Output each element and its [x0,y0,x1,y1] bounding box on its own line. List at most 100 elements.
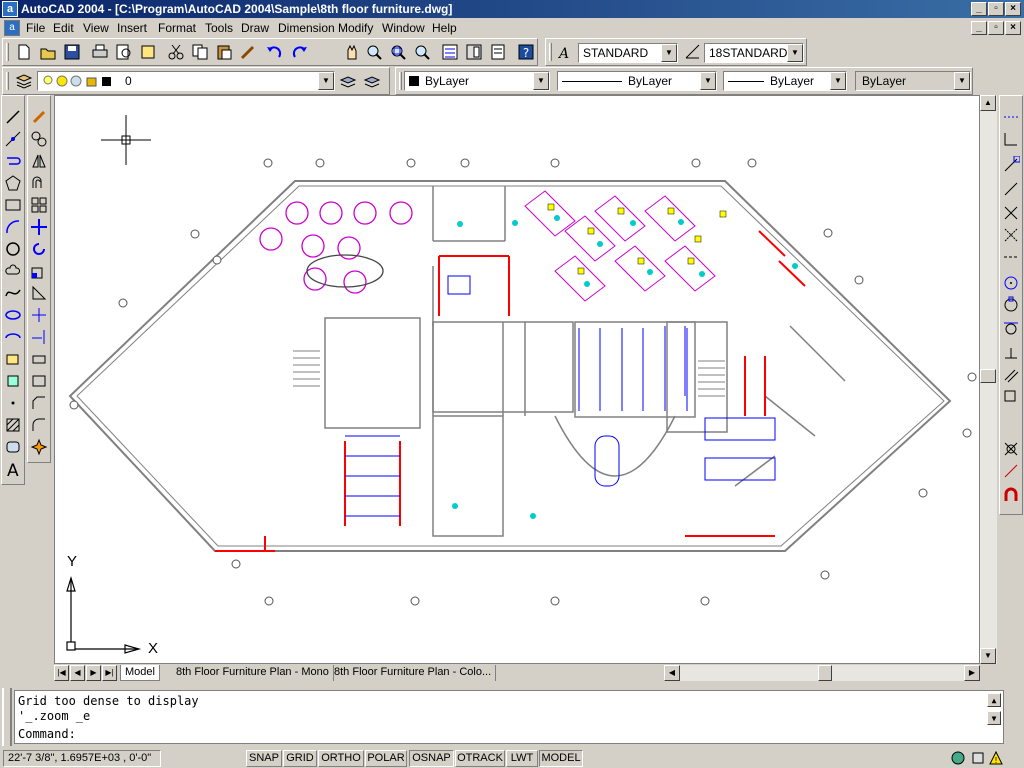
trim-icon[interactable] [30,306,48,324]
layer-previous-icon[interactable] [363,72,381,90]
horizontal-scrollbar[interactable]: ◀ ▶ [664,665,980,681]
snap-tangent-icon[interactable] [1002,318,1020,336]
hatch-icon[interactable] [4,416,22,434]
point-icon[interactable] [4,394,22,412]
vertical-scrollbar[interactable]: ▲ ▼ [980,95,997,664]
chevron-down-icon[interactable]: ▼ [318,72,334,90]
make-block-icon[interactable] [4,372,22,390]
tool-palettes-icon[interactable] [489,43,507,61]
rotate-icon[interactable] [30,240,48,258]
revision-cloud-icon[interactable] [4,262,22,280]
menu-dimension[interactable]: Dimension [278,21,335,35]
pan-realtime-icon[interactable] [343,43,361,61]
paste-icon[interactable] [215,43,233,61]
scroll-up-button[interactable]: ▲ [980,95,996,111]
otrack-toggle[interactable]: OTRACK [455,750,505,767]
menu-draw[interactable]: Draw [241,21,269,35]
model-toggle[interactable]: MODEL [539,750,583,767]
polygon-icon[interactable] [4,174,22,192]
copy-object-icon[interactable] [30,130,48,148]
publish-icon[interactable] [139,43,157,61]
tab-model[interactable]: Model [120,665,160,681]
chevron-down-icon[interactable]: ▼ [661,44,677,62]
snap-nearest-icon[interactable] [1002,462,1020,480]
drawing-canvas[interactable]: Y X [54,95,980,664]
chevron-down-icon[interactable]: ▼ [830,72,846,90]
layer-manager-icon[interactable] [15,72,33,90]
prev-tab-button[interactable]: ◀ [70,665,85,681]
chamfer-icon[interactable] [30,394,48,412]
color-control-dropdown[interactable]: ByLayer ▼ [404,71,550,91]
spline-icon[interactable] [4,284,22,302]
menu-edit[interactable]: Edit [53,21,74,35]
help-icon[interactable]: ? [517,43,535,61]
menu-file[interactable]: File [26,21,45,35]
command-prompt[interactable]: Command: [18,727,76,741]
doc-restore-button[interactable]: ▫ [988,21,1004,35]
design-center-icon[interactable] [465,43,483,61]
fillet-icon[interactable] [30,416,48,434]
snap-toggle[interactable]: SNAP [246,750,282,767]
array-icon[interactable] [30,196,48,214]
arc-icon[interactable] [4,218,22,236]
circle-icon[interactable] [4,240,22,258]
chevron-down-icon[interactable]: ▼ [533,72,549,90]
redo-icon[interactable] [291,43,309,61]
tab-furniture-plan-color[interactable]: 8th Floor Furniture Plan - Colo... [330,665,497,681]
chevron-down-icon[interactable]: ▼ [787,44,803,62]
snap-node-icon[interactable] [1002,440,1020,458]
dimension-style-icon[interactable] [684,43,702,61]
communication-center-icon[interactable] [950,750,966,766]
copy-icon[interactable] [191,43,209,61]
offset-icon[interactable] [30,174,48,192]
open-icon[interactable] [39,43,57,61]
properties-icon[interactable] [441,43,459,61]
construction-line-icon[interactable] [4,130,22,148]
polyline-icon[interactable] [4,152,22,170]
break-icon[interactable] [30,372,48,390]
menu-modify[interactable]: Modify [338,21,373,35]
doc-close-button[interactable]: × [1005,21,1021,35]
move-icon[interactable] [30,218,48,236]
ortho-toggle[interactable]: ORTHO [318,750,364,767]
snap-from-icon[interactable] [1002,130,1020,148]
match-properties-icon[interactable] [239,43,257,61]
grid-toggle[interactable]: GRID [283,750,317,767]
erase-icon[interactable] [30,108,48,126]
snap-perpendicular-icon[interactable] [1002,344,1020,362]
ellipse-arc-icon[interactable] [4,328,22,346]
line-icon[interactable] [4,108,22,126]
autocad-app-icon[interactable]: a [2,1,18,17]
next-tab-button[interactable]: ▶ [86,665,101,681]
layer-dropdown[interactable]: 0 ▼ [37,71,335,91]
menu-format[interactable]: Format [158,21,196,35]
coordinate-display[interactable]: 22'-7 3/8", 1.6957E+03 , 0'-0" [3,750,161,767]
plot-style-control-dropdown[interactable]: ByLayer ▼ [855,71,971,91]
doc-minimize-button[interactable]: _ [971,21,987,35]
linetype-control-dropdown[interactable]: ByLayer ▼ [557,71,717,91]
print-icon[interactable] [91,43,109,61]
close-button[interactable]: × [1005,2,1021,16]
scroll-left-button[interactable]: ◀ [664,665,680,681]
multiline-text-icon[interactable]: A [4,460,22,478]
osnap-toggle[interactable]: OSNAP [409,750,454,767]
snap-insert-icon[interactable] [1002,388,1020,406]
menu-view[interactable]: View [83,21,109,35]
horizontal-scroll-thumb[interactable] [818,665,832,681]
vertical-scroll-thumb[interactable] [980,369,996,383]
command-scroll-down-button[interactable]: ▼ [987,711,1001,725]
menu-tools[interactable]: Tools [205,21,233,35]
lineweight-control-dropdown[interactable]: ByLayer ▼ [723,71,847,91]
new-icon[interactable] [15,43,33,61]
extend-icon[interactable] [30,328,48,346]
make-object-layer-current-icon[interactable] [339,72,357,90]
snap-quadrant-icon[interactable] [1002,296,1020,314]
lwt-toggle[interactable]: LWT [506,750,538,767]
insert-block-icon[interactable] [4,350,22,368]
layer-state-icons[interactable] [42,74,122,88]
rectangle-icon[interactable] [4,196,22,214]
text-style-icon[interactable]: A [556,43,574,61]
polar-toggle[interactable]: POLAR [365,750,407,767]
region-icon[interactable] [4,438,22,456]
zoom-realtime-icon[interactable] [365,43,383,61]
